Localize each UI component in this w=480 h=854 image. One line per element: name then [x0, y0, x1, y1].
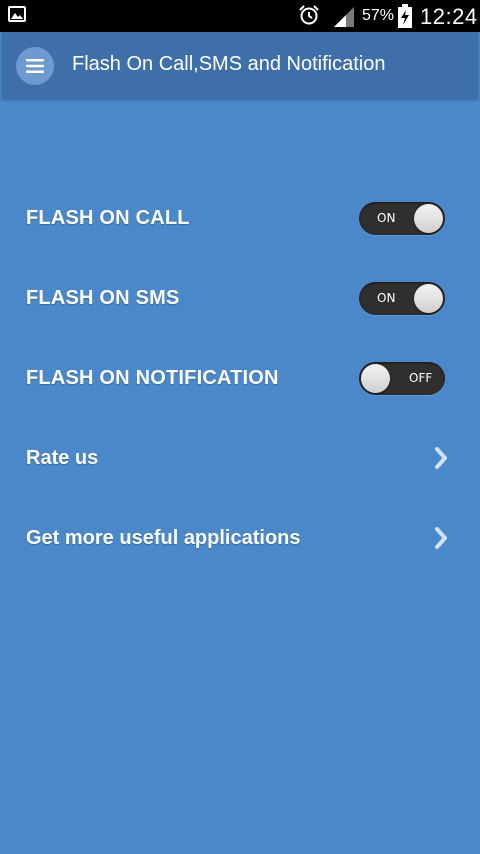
- hamburger-menu-icon: [26, 59, 44, 73]
- get-more-apps-link[interactable]: Get more useful applications: [0, 498, 480, 578]
- toggle-knob: [361, 364, 390, 393]
- app-title: Flash On Call,SMS and Notification: [72, 53, 386, 75]
- toggle-state-text: ON: [377, 211, 396, 225]
- toggle-knob: [414, 284, 443, 313]
- flash-on-notification-toggle[interactable]: OFF: [359, 362, 445, 395]
- battery-percent: 57%: [362, 7, 395, 24]
- chevron-right-icon: [435, 527, 447, 549]
- gallery-icon: [8, 6, 26, 22]
- link-label: Get more useful applications: [26, 527, 301, 549]
- signal-icon: [334, 7, 354, 27]
- rate-us-link[interactable]: Rate us: [0, 418, 480, 498]
- battery-charging-icon: [398, 4, 412, 28]
- menu-button[interactable]: [16, 47, 54, 85]
- chevron-right-icon: [435, 447, 447, 469]
- link-label: Rate us: [26, 447, 99, 469]
- flash-on-call-toggle[interactable]: ON: [359, 202, 445, 235]
- setting-label: FLASH ON NOTIFICATION: [26, 367, 279, 389]
- setting-flash-on-call: FLASH ON CALL ON: [0, 178, 480, 258]
- setting-flash-on-notification: FLASH ON NOTIFICATION OFF: [0, 338, 480, 418]
- setting-label: FLASH ON CALL: [26, 207, 190, 229]
- flash-on-sms-toggle[interactable]: ON: [359, 282, 445, 315]
- alarm-icon: [299, 5, 319, 25]
- settings-list: FLASH ON CALL ON FLASH ON SMS ON FLASH O…: [0, 178, 480, 578]
- toggle-state-text: ON: [377, 291, 396, 305]
- app-bar: Flash On Call,SMS and Notification: [2, 32, 478, 98]
- toggle-state-text: OFF: [409, 371, 433, 385]
- setting-label: FLASH ON SMS: [26, 287, 180, 309]
- setting-flash-on-sms: FLASH ON SMS ON: [0, 258, 480, 338]
- clock: 12:24: [420, 4, 478, 29]
- toggle-knob: [414, 204, 443, 233]
- status-bar: 57% 12:24: [0, 0, 480, 32]
